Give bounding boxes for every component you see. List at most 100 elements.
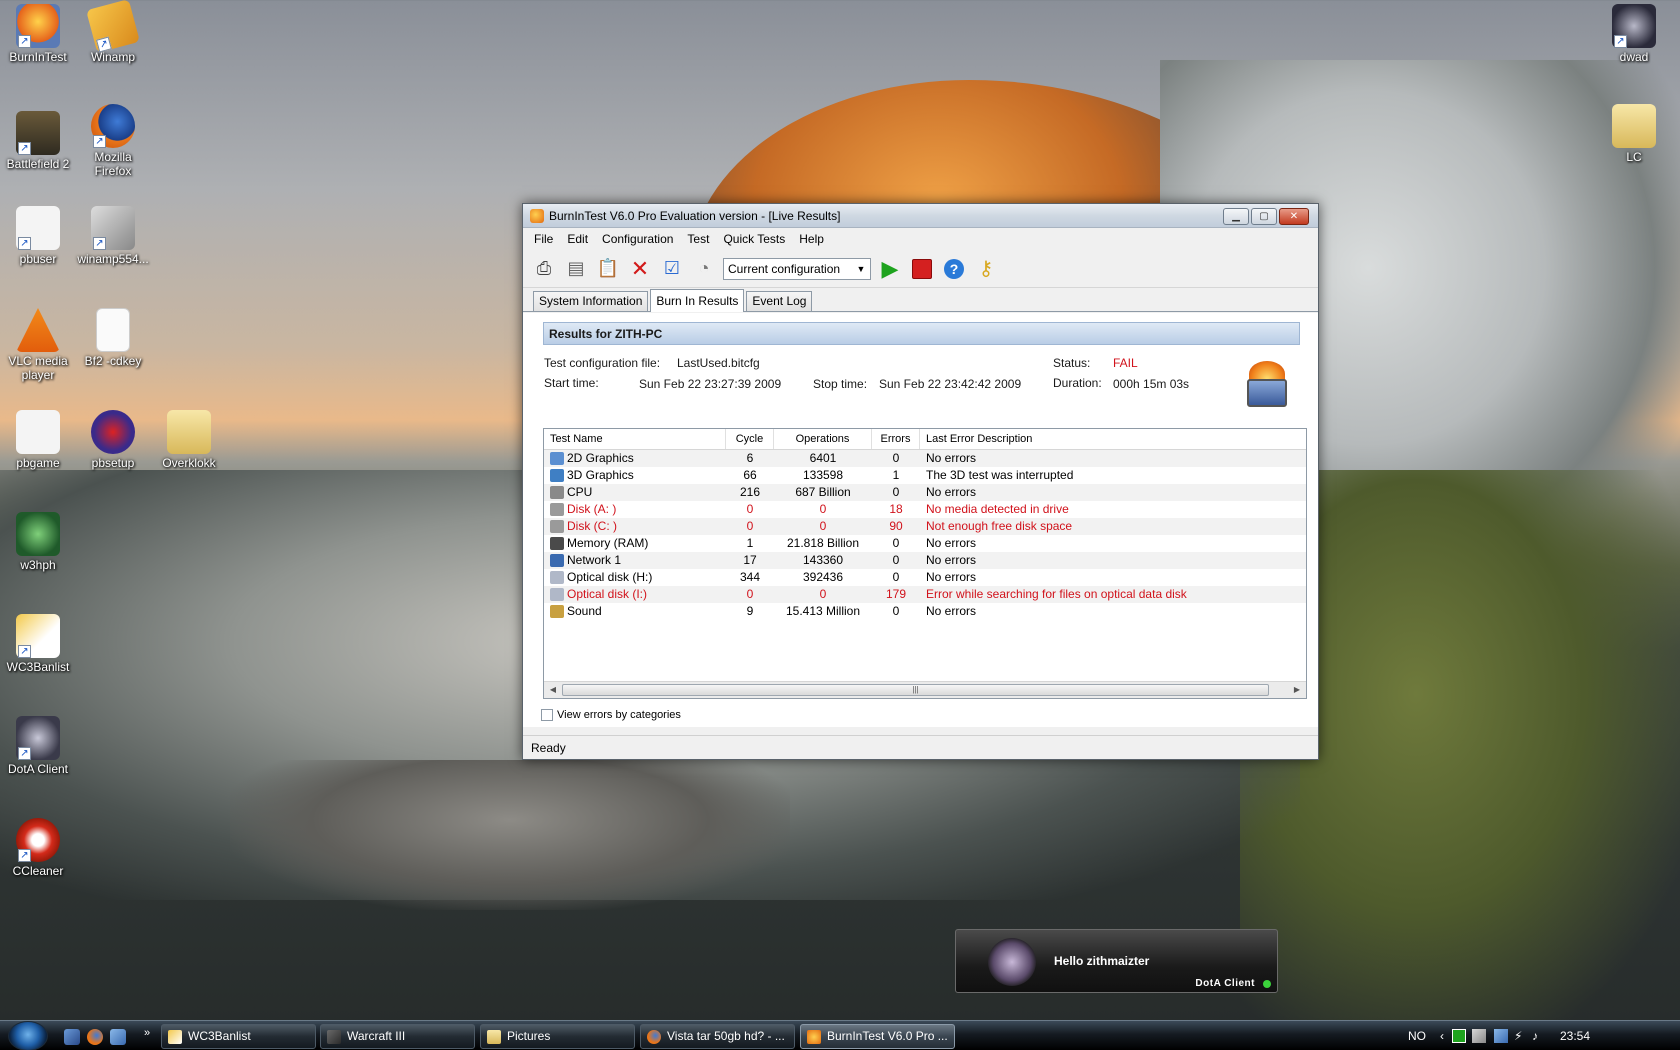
save-button[interactable]: ▤ xyxy=(563,256,589,282)
desktop-icon-winamp554[interactable]: ↗ winamp554... xyxy=(75,206,151,266)
key-button[interactable]: ⚷ xyxy=(973,256,999,282)
taskbar-item-pictures[interactable]: Pictures xyxy=(480,1024,635,1049)
menu-help[interactable]: Help xyxy=(792,232,831,246)
menu-test[interactable]: Test xyxy=(680,232,716,246)
column-header-operations[interactable]: Operations xyxy=(774,429,872,449)
desktop-icon-bf2-cdkey[interactable]: Bf2 -cdkey xyxy=(75,308,151,368)
firefox-task-icon xyxy=(647,1030,661,1044)
taskbar-item-warcraft3[interactable]: Warcraft III xyxy=(320,1024,475,1049)
desktop-icon-label: Winamp xyxy=(90,50,135,64)
start-test-button[interactable]: ▶ xyxy=(877,256,903,282)
desktop-icon-pbgame[interactable]: pbgame xyxy=(0,410,76,470)
stop-test-button[interactable] xyxy=(909,256,935,282)
table-row[interactable]: Disk (C: ) 0 0 90 Not enough free disk space xyxy=(544,518,1306,535)
desktop-icon-ccleaner[interactable]: ↗ CCleaner xyxy=(0,818,76,878)
minimize-button[interactable]: ▁ xyxy=(1223,208,1249,225)
table-row[interactable]: 3D Graphics 66 133598 1 The 3D test was inte… xyxy=(544,467,1306,484)
play-icon: ▶ xyxy=(881,255,899,281)
dota-client-notification[interactable]: Hello zithmaizter DotA Client xyxy=(955,929,1278,993)
desktop-icon-battlefield2[interactable]: ↗ Battlefield 2 xyxy=(0,111,76,171)
column-header-errors[interactable]: Errors xyxy=(872,429,920,449)
table-row[interactable]: Disk (A: ) 0 0 18 No media detected in drive xyxy=(544,501,1306,518)
desktop-icon-lc[interactable]: LC xyxy=(1596,104,1672,164)
table-row[interactable]: Memory (RAM) 1 21.818 Billion 0 No errors xyxy=(544,535,1306,552)
close-button[interactable]: ✕ xyxy=(1279,208,1309,225)
horizontal-scrollbar[interactable]: ◀ ||| ▶ xyxy=(544,681,1306,698)
maximize-button[interactable]: ▢ xyxy=(1251,208,1277,225)
results-table: Test Name Cycle Operations Errors Last E… xyxy=(543,428,1307,699)
table-row[interactable]: Optical disk (H:) 344 392436 0 No errors xyxy=(544,569,1306,586)
notification-avatar xyxy=(988,938,1036,986)
desktop-icon-burnintest[interactable]: ↗ BurnInTest xyxy=(0,4,76,64)
shortcut-arrow-icon: ↗ xyxy=(93,135,106,148)
desktop-icon-vlc[interactable]: VLC media player xyxy=(0,308,76,382)
taskbar: » WC3Banlist Warcraft III Pictures Vista… xyxy=(0,1020,1680,1050)
firefox-quicklaunch-icon[interactable] xyxy=(87,1029,103,1045)
language-indicator[interactable]: NO xyxy=(1408,1029,1426,1043)
desktop-icon-winamp[interactable]: ↗ Winamp xyxy=(75,0,151,64)
test-preferences-button[interactable]: ◔ xyxy=(691,256,717,282)
clipboard-button[interactable]: 📋 xyxy=(595,256,621,282)
clock[interactable]: 23:54 xyxy=(1560,1029,1590,1043)
help-button[interactable]: ? xyxy=(941,256,967,282)
volume-icon[interactable]: ♪ xyxy=(1532,1029,1538,1043)
table-row[interactable]: Sound 9 15.413 Million 0 No errors xyxy=(544,603,1306,620)
test-selection-button[interactable]: ☑ xyxy=(659,256,685,282)
column-header-test-name[interactable]: Test Name xyxy=(544,429,726,449)
cell-test-name: Disk (C: ) xyxy=(544,518,726,535)
desktop-icon-pbsetup[interactable]: pbsetup xyxy=(75,410,151,470)
scroll-left-icon[interactable]: ◀ xyxy=(546,684,560,696)
menu-configuration[interactable]: Configuration xyxy=(595,232,680,246)
tray-app-icon[interactable] xyxy=(1452,1029,1466,1043)
cell-last-error: Not enough free disk space xyxy=(926,519,1073,533)
checkbox-box[interactable] xyxy=(541,709,553,721)
tab-event-log[interactable]: Event Log xyxy=(746,291,813,311)
network-icon[interactable] xyxy=(1494,1029,1508,1043)
taskbar-item-burnintest[interactable]: BurnInTest V6.0 Pro ... xyxy=(800,1024,955,1049)
cell-errors: 0 xyxy=(892,553,900,567)
quicklaunch-overflow-icon[interactable]: » xyxy=(144,1027,150,1039)
column-header-last-error[interactable]: Last Error Description xyxy=(920,429,1306,449)
table-row[interactable]: Optical disk (I:) 0 0 179 Error while search… xyxy=(544,586,1306,603)
taskbar-item-firefox[interactable]: Vista tar 50gb hd? - ... xyxy=(640,1024,795,1049)
desktop-icon-w3hph[interactable]: w3hph xyxy=(0,512,76,572)
scrollbar-thumb[interactable]: ||| xyxy=(562,684,1269,696)
desktop-icon-dota-client[interactable]: ↗ DotA Client xyxy=(0,716,76,776)
test-name-text: Network 1 xyxy=(567,553,622,567)
desktop-icon-dwad[interactable]: ↗ dwad xyxy=(1596,4,1672,64)
view-errors-by-categories-checkbox[interactable]: View errors by categories xyxy=(541,709,681,721)
tab-burn-in-results[interactable]: Burn In Results xyxy=(650,289,745,312)
print-button[interactable]: ⎙ xyxy=(531,256,557,282)
taskbar-item-wc3banlist[interactable]: WC3Banlist xyxy=(161,1024,316,1049)
table-row[interactable]: 2D Graphics 6 6401 0 No errors xyxy=(544,450,1306,467)
table-row[interactable]: Network 1 17 143360 0 No errors xyxy=(544,552,1306,569)
folder-icon xyxy=(1612,104,1656,148)
cell-operations: 21.818 Billion xyxy=(786,536,860,550)
desktop-icon-overklokk[interactable]: Overklokk xyxy=(151,410,227,470)
clear-results-button[interactable]: ✕ xyxy=(627,256,653,282)
scroll-right-icon[interactable]: ▶ xyxy=(1290,684,1304,696)
folder-task-icon xyxy=(487,1030,501,1044)
desktop-icon-wc3banlist[interactable]: ↗ WC3Banlist xyxy=(0,614,76,674)
results-panel: Results for ZITH-PC Test configuration f… xyxy=(523,313,1318,727)
show-desktop-icon[interactable] xyxy=(64,1029,80,1045)
menu-quick-tests[interactable]: Quick Tests xyxy=(716,232,792,246)
column-header-cycle[interactable]: Cycle xyxy=(726,429,774,449)
desktop-icon-firefox[interactable]: ↗ Mozilla Firefox xyxy=(75,104,151,178)
switch-windows-icon[interactable] xyxy=(110,1029,126,1045)
help-icon: ? xyxy=(944,258,964,279)
tray-expand-icon[interactable]: ‹ xyxy=(1440,1029,1444,1043)
menu-edit[interactable]: Edit xyxy=(560,232,595,246)
tab-system-information[interactable]: System Information xyxy=(533,291,649,311)
shortcut-arrow-icon: ↗ xyxy=(18,142,31,155)
table-row[interactable]: CPU 216 687 Billion 0 No errors xyxy=(544,484,1306,501)
desktop-icon-pbuser[interactable]: ↗ pbuser xyxy=(0,206,76,266)
window-titlebar[interactable]: BurnInTest V6.0 Pro Evaluation version -… xyxy=(523,204,1318,228)
configuration-select[interactable]: Current configuration ▼ xyxy=(723,257,871,280)
power-icon[interactable]: ⚡ xyxy=(1514,1029,1522,1043)
test-name-text: CPU xyxy=(567,485,593,499)
start-button[interactable] xyxy=(8,1021,48,1050)
desktop-icon-label: pbsetup xyxy=(91,456,135,470)
tray-device-icon[interactable] xyxy=(1472,1029,1486,1043)
menu-file[interactable]: File xyxy=(527,232,560,246)
